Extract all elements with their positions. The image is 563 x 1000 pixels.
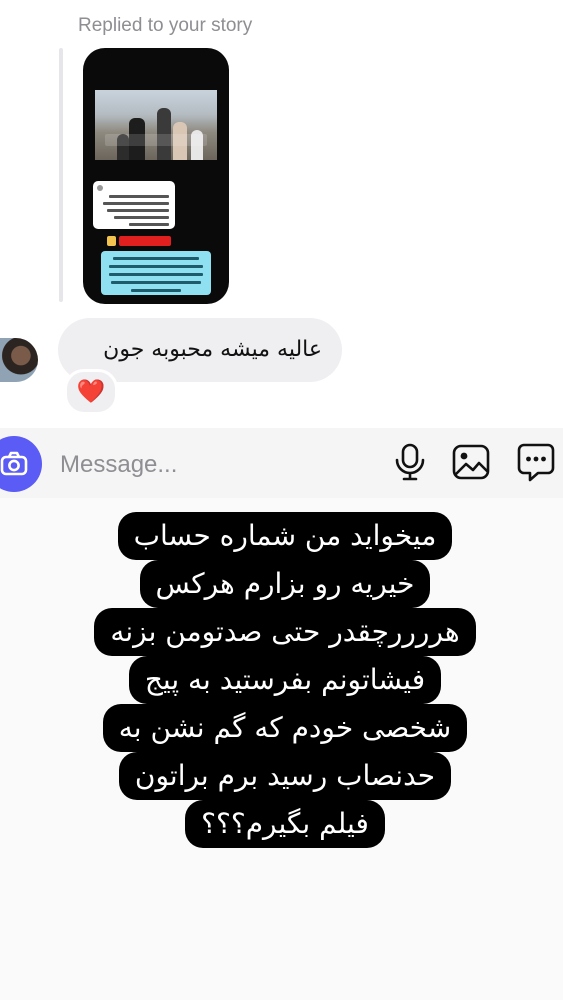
caption-line: میخواید من شماره حساب — [117, 512, 453, 560]
gallery-button[interactable] — [451, 442, 491, 482]
message-input[interactable] — [58, 444, 362, 486]
caption-line: خیریه رو بزارم هرکس — [139, 560, 431, 608]
reply-indicator-bar — [59, 48, 63, 302]
story-red-banner — [119, 236, 171, 246]
story-photo — [95, 90, 217, 160]
microphone-button[interactable] — [390, 442, 430, 482]
avatar[interactable] — [0, 338, 38, 382]
camera-button[interactable] — [0, 436, 42, 492]
caption-line: هررررچقدر حتی صدتومن بزنه — [94, 608, 476, 656]
caption-line: فیلم بگیرم؟؟؟ — [185, 800, 385, 848]
camera-icon — [0, 451, 28, 476]
replied-to-story-label: Replied to your story — [78, 15, 253, 36]
overlay-caption: میخواید من شماره حساب خیریه رو بزارم هرک… — [70, 512, 500, 848]
caption-line: فیشاتونم بفرستید به پیج — [128, 656, 442, 704]
heart-reaction[interactable]: ❤️ — [64, 369, 118, 415]
pointing-hand-icon — [107, 236, 116, 246]
caption-line: شخصی خودم که گم نشن به — [102, 704, 468, 752]
sticker-icon — [517, 443, 555, 482]
message-composer — [0, 428, 563, 498]
caption-line: حدنصاب رسید برم براتون — [118, 752, 452, 800]
image-icon — [452, 444, 490, 480]
story-thumbnail[interactable] — [83, 48, 229, 304]
microphone-icon — [395, 443, 425, 481]
story-comment-card — [93, 181, 175, 229]
chat-thread: Replied to your story عالیه میشه محبوبه … — [0, 0, 563, 428]
story-cyan-banner — [101, 251, 211, 295]
sticker-button[interactable] — [516, 442, 556, 482]
